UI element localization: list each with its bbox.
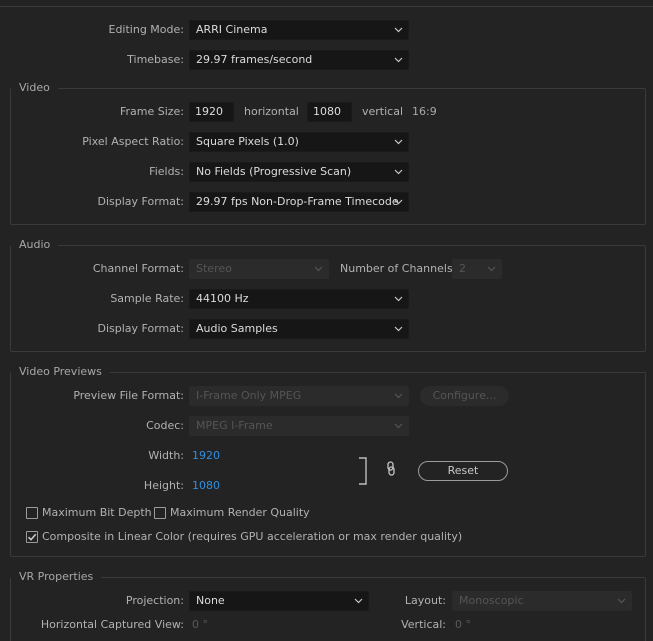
linear-color-label: Composite in Linear Color (requires GPU … [42, 530, 463, 543]
fields-value: No Fields (Progressive Scan) [196, 165, 352, 178]
number-of-channels-value: 2 [459, 262, 466, 275]
max-bit-depth-label: Maximum Bit Depth [42, 506, 152, 519]
max-render-quality-label: Maximum Render Quality [170, 506, 310, 519]
audio-section-title: Audio [11, 238, 59, 252]
codec-select[interactable]: MPEG I-Frame [189, 416, 409, 436]
number-of-channels-label: Number of Channels: [340, 262, 457, 275]
vr-properties-section-title: VR Properties [11, 570, 102, 584]
timebase-label: Timebase: [127, 53, 184, 66]
chevron-down-icon [615, 592, 627, 610]
link-bracket [358, 457, 368, 485]
preview-height-label: Height: [143, 479, 184, 492]
max-bit-depth-checkbox[interactable] [26, 507, 38, 519]
horizontal-label: horizontal [244, 105, 299, 118]
chevron-down-icon [392, 417, 404, 435]
sample-rate-value: 44100 Hz [196, 292, 249, 305]
vertical-captured-view-value[interactable]: 0 ° [455, 618, 471, 632]
channel-format-label: Channel Format: [92, 262, 184, 275]
pixel-aspect-ratio-select[interactable]: Square Pixels (1.0) [189, 132, 409, 152]
chevron-down-icon [352, 592, 364, 610]
audio-display-format-label: Display Format: [97, 322, 184, 335]
linear-color-checkbox[interactable] [26, 531, 38, 543]
preview-file-format-select[interactable]: I-Frame Only MPEG [189, 386, 409, 406]
vertical-label: vertical [362, 105, 404, 118]
preview-width-value[interactable]: 1920 [192, 449, 220, 463]
editing-mode-label: Editing Mode: [108, 23, 185, 36]
layout-select[interactable]: Monoscopic [452, 591, 632, 611]
editing-mode-select[interactable]: ARRI Cinema [189, 20, 409, 40]
channel-format-select[interactable]: Stereo [189, 259, 329, 279]
chevron-down-icon [392, 320, 404, 338]
video-display-format-value: 29.97 fps Non-Drop-Frame Timecode [196, 195, 399, 208]
chevron-down-icon [392, 133, 404, 151]
sample-rate-label: Sample Rate: [110, 292, 184, 305]
sequence-settings-panel: Editing Mode: ARRI Cinema Timebase: 29.9… [0, 0, 653, 641]
max-render-quality-checkbox[interactable] [154, 507, 166, 519]
chevron-down-icon [392, 21, 404, 39]
preview-width-label: Width: [148, 449, 184, 462]
frame-width-input[interactable]: 1920 [189, 102, 234, 122]
video-display-format-select[interactable]: 29.97 fps Non-Drop-Frame Timecode [189, 192, 409, 212]
top-divider [0, 6, 653, 7]
chevron-down-icon [485, 260, 497, 278]
editing-mode-value: ARRI Cinema [196, 23, 268, 36]
reset-button[interactable]: Reset [418, 461, 508, 481]
chevron-down-icon [392, 163, 404, 181]
preview-file-format-label: Preview File Format: [73, 389, 184, 402]
codec-value: MPEG I-Frame [196, 419, 273, 432]
frame-size-label: Frame Size: [119, 105, 184, 118]
fields-label: Fields: [149, 165, 184, 178]
checkmark-icon [27, 533, 37, 541]
fields-select[interactable]: No Fields (Progressive Scan) [189, 162, 409, 182]
video-previews-section-title: Video Previews [11, 365, 110, 379]
vertical-captured-view-label: Vertical: [401, 618, 446, 631]
chevron-down-icon [392, 387, 404, 405]
video-section-title: Video [11, 81, 58, 95]
layout-label: Layout: [404, 594, 446, 607]
frame-height-input[interactable]: 1080 [307, 102, 352, 122]
audio-display-format-select[interactable]: Audio Samples [189, 319, 409, 339]
chevron-down-icon [392, 290, 404, 308]
number-of-channels-select[interactable]: 2 [452, 259, 502, 279]
chevron-down-icon [392, 193, 404, 211]
layout-value: Monoscopic [459, 594, 524, 607]
preview-file-format-value: I-Frame Only MPEG [196, 389, 302, 402]
channel-format-value: Stereo [196, 262, 232, 275]
pixel-aspect-ratio-label: Pixel Aspect Ratio: [82, 135, 184, 148]
audio-display-format-value: Audio Samples [196, 322, 278, 335]
chevron-down-icon [392, 51, 404, 69]
timebase-value: 29.97 frames/second [196, 53, 313, 66]
horizontal-captured-view-label: Horizontal Captured View: [40, 618, 184, 631]
preview-height-value[interactable]: 1080 [192, 479, 220, 493]
aspect-ratio-readout: 16:9 [412, 105, 437, 118]
codec-label: Codec: [146, 419, 184, 432]
projection-value: None [196, 594, 225, 607]
horizontal-captured-view-value[interactable]: 0 ° [192, 618, 208, 632]
projection-label: Projection: [125, 594, 184, 607]
projection-select[interactable]: None [189, 591, 369, 611]
pixel-aspect-ratio-value: Square Pixels (1.0) [196, 135, 299, 148]
configure-button[interactable]: Configure... [420, 386, 509, 406]
chevron-down-icon [312, 260, 324, 278]
timebase-select[interactable]: 29.97 frames/second [189, 50, 409, 70]
sample-rate-select[interactable]: 44100 Hz [189, 289, 409, 309]
chain-link-icon[interactable] [385, 461, 397, 477]
video-display-format-label: Display Format: [97, 195, 184, 208]
